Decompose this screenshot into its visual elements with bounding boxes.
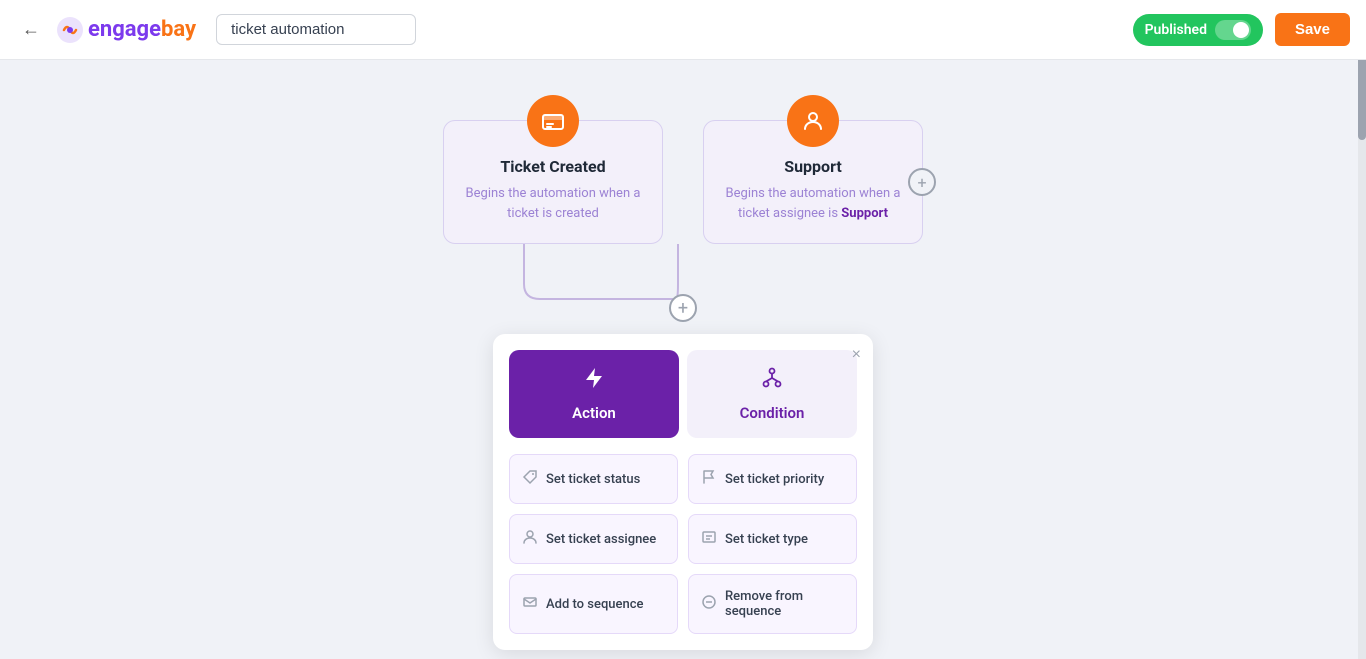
- action-remove-from-sequence[interactable]: Remove from sequence: [688, 574, 857, 634]
- logo-icon: [56, 16, 84, 44]
- panel-tabs: Action Condition: [493, 334, 873, 438]
- trigger-card-ticket-created[interactable]: Ticket Created Begins the automation whe…: [443, 120, 663, 244]
- triggers-row: Ticket Created Begins the automation whe…: [0, 60, 1366, 244]
- action-set-ticket-priority[interactable]: Set ticket priority: [688, 454, 857, 504]
- mail-icon: [522, 594, 538, 614]
- scrollbar[interactable]: [1358, 0, 1366, 659]
- panel-actions-grid: Set ticket status Set ticket priority Se…: [493, 438, 873, 650]
- action-add-to-sequence[interactable]: Add to sequence: [509, 574, 678, 634]
- action-panel: × Action: [493, 334, 873, 650]
- action-label-add-sequence: Add to sequence: [546, 597, 643, 612]
- flag-icon: [701, 469, 717, 489]
- action-label-assignee: Set ticket assignee: [546, 532, 656, 547]
- automation-title-input[interactable]: [216, 14, 416, 45]
- trigger-card-support[interactable]: Support Begins the automation when a tic…: [703, 120, 923, 244]
- action-set-ticket-type[interactable]: Set ticket type: [688, 514, 857, 564]
- save-button[interactable]: Save: [1275, 13, 1350, 46]
- action-label-remove-sequence: Remove from sequence: [725, 589, 844, 619]
- action-label-status: Set ticket status: [546, 472, 640, 487]
- tab-condition[interactable]: Condition: [687, 350, 857, 438]
- panel-close-button[interactable]: ×: [852, 346, 861, 364]
- action-label-type: Set ticket type: [725, 532, 808, 547]
- header-right: Published Save: [1133, 13, 1350, 46]
- published-toggle[interactable]: Published: [1133, 14, 1263, 46]
- support-icon: [800, 108, 826, 134]
- ticket-icon: [540, 108, 566, 134]
- branch-icon: [760, 366, 784, 390]
- condition-tab-label: Condition: [740, 404, 805, 422]
- action-tab-icon: [582, 366, 606, 396]
- canvas: Ticket Created Begins the automation whe…: [0, 60, 1366, 659]
- action-set-ticket-status[interactable]: Set ticket status: [509, 454, 678, 504]
- bolt-icon: [582, 366, 606, 390]
- person-icon: [522, 529, 538, 549]
- header: ← engagebay Published Save: [0, 0, 1366, 60]
- published-label: Published: [1145, 22, 1207, 38]
- action-label-priority: Set ticket priority: [725, 472, 824, 487]
- toggle-knob[interactable]: [1215, 20, 1251, 40]
- trigger-title-support: Support: [720, 157, 906, 176]
- logo-text: engagebay: [88, 17, 196, 42]
- condition-tab-icon: [760, 366, 784, 396]
- tag-icon: [522, 469, 538, 489]
- trigger-icon-ticket-created: [527, 95, 579, 147]
- list-icon: [701, 529, 717, 549]
- trigger-desc-support: Begins the automation when a ticket assi…: [720, 184, 906, 223]
- tab-action[interactable]: Action: [509, 350, 679, 438]
- logo: engagebay: [56, 16, 196, 44]
- add-trigger-button[interactable]: +: [908, 168, 936, 196]
- action-tab-label: Action: [572, 404, 616, 422]
- back-button[interactable]: ←: [16, 15, 46, 45]
- back-icon: ←: [22, 19, 40, 40]
- trigger-title-ticket-created: Ticket Created: [460, 157, 646, 176]
- action-set-ticket-assignee[interactable]: Set ticket assignee: [509, 514, 678, 564]
- trigger-icon-support: [787, 95, 839, 147]
- connections-area: +: [0, 244, 1366, 334]
- remove-icon: [701, 594, 717, 614]
- add-step-button[interactable]: +: [669, 294, 697, 322]
- trigger-desc-ticket-created: Begins the automation when a ticket is c…: [460, 184, 646, 223]
